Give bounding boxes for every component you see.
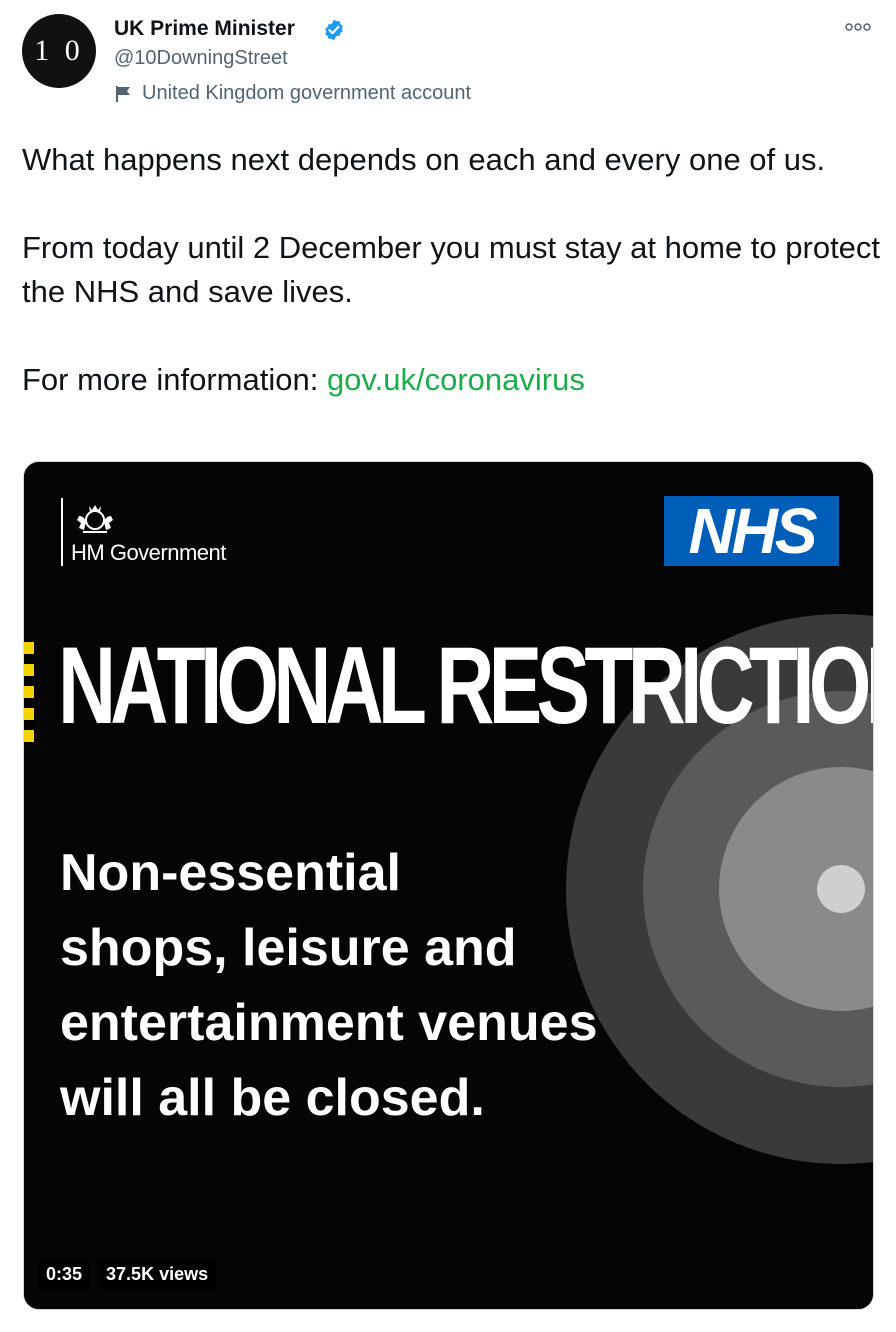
crest-icon <box>77 505 113 533</box>
tweet-line-1: What happens next depends on each and ev… <box>22 142 826 177</box>
avatar[interactable]: 1 0 <box>22 14 96 88</box>
video-views: 37.5K views <box>98 1259 217 1290</box>
tweet-line-3: For more information: gov.uk/coronavirus <box>22 358 882 402</box>
flag-icon <box>116 85 130 102</box>
handle[interactable]: @10DowningStreet <box>114 47 288 70</box>
tweet-text: What happens next depends on each and ev… <box>22 138 882 402</box>
video-frame: HM Government NHS NATIONAL RESTRICTIONS … <box>24 462 873 1309</box>
restriction-message: Non-essential shops, leisure and enterta… <box>60 836 680 1136</box>
headline: NATIONAL RESTRICTIONS <box>58 623 873 747</box>
message-line: entertainment venues <box>60 994 598 1052</box>
hm-government-text: HM Government <box>71 540 226 565</box>
tweet-line-3-prefix: For more information: <box>22 362 327 397</box>
video-duration: 0:35 <box>38 1259 91 1290</box>
hazard-stripe <box>24 642 34 742</box>
message-line: will all be closed. <box>60 1069 485 1127</box>
message-line: Non-essential <box>60 844 401 902</box>
government-account-label: United Kingdom government account <box>114 82 471 105</box>
nhs-logo: NHS <box>664 495 839 567</box>
more-icon[interactable] <box>844 20 872 34</box>
video-player[interactable]: HM Government NHS NATIONAL RESTRICTIONS … <box>23 461 874 1310</box>
display-name[interactable]: UK Prime Minister <box>114 17 295 41</box>
message-line: shops, leisure and <box>60 919 517 977</box>
video-meta: 0:35 37.5K views <box>38 1259 217 1290</box>
avatar-text: 1 0 <box>34 34 84 67</box>
hm-government-logo: HM Government <box>61 498 226 566</box>
coronavirus-link[interactable]: gov.uk/coronavirus <box>327 362 585 397</box>
verified-icon <box>325 19 343 41</box>
government-account-text: United Kingdom government account <box>142 82 472 104</box>
tweet-line-2: From today until 2 December you must sta… <box>22 230 881 309</box>
